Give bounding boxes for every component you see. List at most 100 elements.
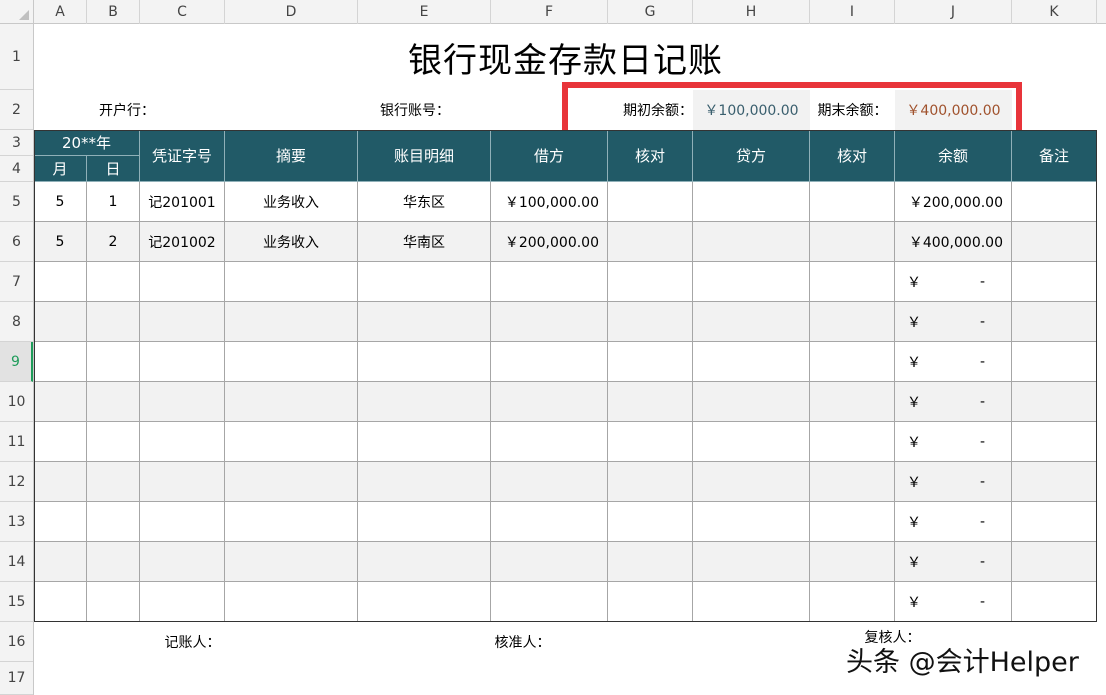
select-all-corner[interactable] bbox=[0, 0, 34, 24]
voucher-cell[interactable] bbox=[140, 262, 225, 302]
balance-cell[interactable]: ￥- bbox=[895, 302, 1012, 342]
voucher-cell[interactable] bbox=[140, 462, 225, 502]
debit-cell[interactable] bbox=[491, 382, 608, 422]
balance-cell[interactable]: ￥- bbox=[895, 542, 1012, 582]
day-cell[interactable]: 1 bbox=[87, 182, 140, 222]
debit-cell[interactable] bbox=[491, 262, 608, 302]
summary-cell[interactable] bbox=[225, 462, 358, 502]
check2-cell[interactable] bbox=[810, 422, 895, 462]
check2-cell[interactable] bbox=[810, 302, 895, 342]
remark-cell[interactable] bbox=[1012, 582, 1097, 622]
month-cell[interactable] bbox=[34, 382, 87, 422]
row-header-14[interactable]: 14 bbox=[0, 542, 33, 582]
balance-cell[interactable]: ￥- bbox=[895, 502, 1012, 542]
balance-cell[interactable]: ￥- bbox=[895, 342, 1012, 382]
credit-cell[interactable] bbox=[693, 262, 810, 302]
summary-cell[interactable]: 业务收入 bbox=[225, 182, 358, 222]
row-header-17[interactable]: 17 bbox=[0, 662, 33, 695]
row-header-2[interactable]: 2 bbox=[0, 90, 33, 130]
check1-cell[interactable] bbox=[608, 542, 693, 582]
detail-cell[interactable] bbox=[358, 342, 491, 382]
debit-cell[interactable] bbox=[491, 342, 608, 382]
day-cell[interactable] bbox=[87, 262, 140, 302]
column-header-F[interactable]: F bbox=[491, 0, 608, 24]
month-cell[interactable] bbox=[34, 262, 87, 302]
column-header-C[interactable]: C bbox=[140, 0, 225, 24]
column-header-E[interactable]: E bbox=[358, 0, 491, 24]
credit-cell[interactable] bbox=[693, 502, 810, 542]
debit-cell[interactable] bbox=[491, 502, 608, 542]
check1-cell[interactable] bbox=[608, 222, 693, 262]
voucher-cell[interactable] bbox=[140, 342, 225, 382]
check2-cell[interactable] bbox=[810, 342, 895, 382]
credit-cell[interactable] bbox=[693, 302, 810, 342]
row-header-10[interactable]: 10 bbox=[0, 382, 33, 422]
column-header-G[interactable]: G bbox=[608, 0, 693, 24]
balance-cell[interactable]: ￥- bbox=[895, 462, 1012, 502]
summary-cell[interactable] bbox=[225, 262, 358, 302]
row-header-12[interactable]: 12 bbox=[0, 462, 33, 502]
row-header-16[interactable]: 16 bbox=[0, 622, 33, 662]
month-cell[interactable] bbox=[34, 462, 87, 502]
detail-cell[interactable] bbox=[358, 582, 491, 622]
credit-cell[interactable] bbox=[693, 422, 810, 462]
month-cell[interactable] bbox=[34, 422, 87, 462]
debit-cell[interactable] bbox=[491, 422, 608, 462]
summary-cell[interactable] bbox=[225, 542, 358, 582]
debit-cell[interactable] bbox=[491, 302, 608, 342]
column-header-J[interactable]: J bbox=[895, 0, 1012, 24]
debit-cell[interactable] bbox=[491, 542, 608, 582]
debit-cell[interactable]: ￥200,000.00 bbox=[491, 222, 608, 262]
summary-cell[interactable] bbox=[225, 302, 358, 342]
row-header-13[interactable]: 13 bbox=[0, 502, 33, 542]
row-header-11[interactable]: 11 bbox=[0, 422, 33, 462]
day-cell[interactable] bbox=[87, 382, 140, 422]
debit-cell[interactable]: ￥100,000.00 bbox=[491, 182, 608, 222]
column-header-B[interactable]: B bbox=[87, 0, 140, 24]
remark-cell[interactable] bbox=[1012, 382, 1097, 422]
detail-cell[interactable] bbox=[358, 302, 491, 342]
balance-cell[interactable]: ￥- bbox=[895, 422, 1012, 462]
detail-cell[interactable] bbox=[358, 542, 491, 582]
check1-cell[interactable] bbox=[608, 342, 693, 382]
check1-cell[interactable] bbox=[608, 302, 693, 342]
check2-cell[interactable] bbox=[810, 222, 895, 262]
column-header-I[interactable]: I bbox=[810, 0, 895, 24]
row-header-15[interactable]: 15 bbox=[0, 582, 33, 622]
day-cell[interactable] bbox=[87, 342, 140, 382]
summary-cell[interactable] bbox=[225, 582, 358, 622]
day-cell[interactable] bbox=[87, 502, 140, 542]
voucher-cell[interactable] bbox=[140, 422, 225, 462]
check2-cell[interactable] bbox=[810, 262, 895, 302]
summary-cell[interactable] bbox=[225, 382, 358, 422]
voucher-cell[interactable]: 记201002 bbox=[140, 222, 225, 262]
check1-cell[interactable] bbox=[608, 182, 693, 222]
row-header-1[interactable]: 1 bbox=[0, 24, 33, 90]
month-cell[interactable]: 5 bbox=[34, 222, 87, 262]
row-header-8[interactable]: 8 bbox=[0, 302, 33, 342]
day-cell[interactable] bbox=[87, 542, 140, 582]
month-cell[interactable] bbox=[34, 542, 87, 582]
balance-cell[interactable]: ￥400,000.00 bbox=[895, 222, 1012, 262]
check2-cell[interactable] bbox=[810, 502, 895, 542]
detail-cell[interactable] bbox=[358, 262, 491, 302]
voucher-cell[interactable] bbox=[140, 582, 225, 622]
row-header-4[interactable]: 4 bbox=[0, 156, 33, 182]
debit-cell[interactable] bbox=[491, 462, 608, 502]
day-cell[interactable] bbox=[87, 462, 140, 502]
row-header-3[interactable]: 3 bbox=[0, 130, 33, 156]
summary-cell[interactable] bbox=[225, 422, 358, 462]
voucher-cell[interactable] bbox=[140, 542, 225, 582]
credit-cell[interactable] bbox=[693, 382, 810, 422]
check1-cell[interactable] bbox=[608, 582, 693, 622]
detail-cell[interactable] bbox=[358, 462, 491, 502]
remark-cell[interactable] bbox=[1012, 222, 1097, 262]
debit-cell[interactable] bbox=[491, 582, 608, 622]
column-header-D[interactable]: D bbox=[225, 0, 358, 24]
row-header-5[interactable]: 5 bbox=[0, 182, 33, 222]
detail-cell[interactable] bbox=[358, 422, 491, 462]
credit-cell[interactable] bbox=[693, 582, 810, 622]
voucher-cell[interactable] bbox=[140, 382, 225, 422]
check1-cell[interactable] bbox=[608, 262, 693, 302]
check1-cell[interactable] bbox=[608, 382, 693, 422]
